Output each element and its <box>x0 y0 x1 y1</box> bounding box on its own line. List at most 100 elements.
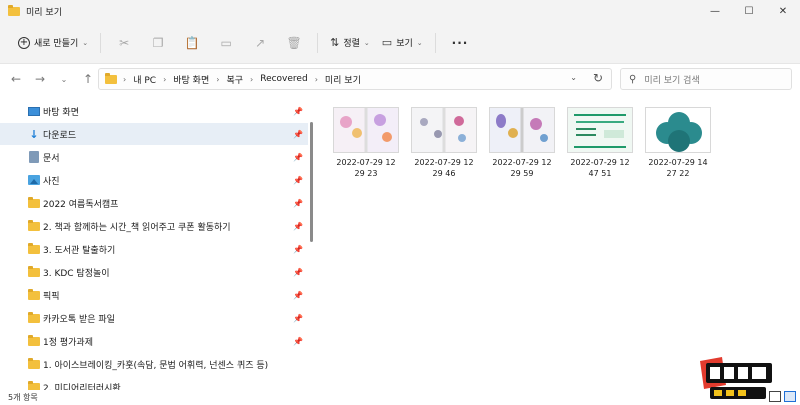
sidebar-item-folder[interactable]: 1. 아이스브레이킹_카훗(속담, 문법 어휘력, 넌센스 퀴즈 등) <box>0 353 308 375</box>
chevron-down-icon[interactable]: ⌄ <box>570 73 577 82</box>
close-button[interactable]: ✕ <box>766 0 800 22</box>
folder-icon <box>28 357 40 370</box>
window-controls: — ☐ ✕ <box>698 0 800 22</box>
sidebar-item-label: 픽픽 <box>43 291 60 302</box>
up-button[interactable]: ↑ <box>76 67 100 91</box>
recent-locations-button[interactable]: ⌄ <box>52 67 76 91</box>
file-tile[interactable]: 2022-07-29 12 47 51 <box>565 107 635 183</box>
title-bar: 미리 보기 — ☐ ✕ <box>0 0 800 22</box>
file-name-line: 2022-07-29 12 <box>570 158 630 167</box>
chevron-right-icon: › <box>216 74 220 84</box>
navigation-bar: ← → ⌄ ↑ › 내 PC › 바탕 화면 › 복구 › Recovered … <box>0 64 800 94</box>
sidebar-item-label: 다운로드 <box>43 130 77 141</box>
view-label: 보기 <box>396 39 413 49</box>
forward-button[interactable]: → <box>28 67 52 91</box>
pin-icon: 📌 <box>293 152 303 162</box>
navigation-pane: 바탕 화면 📌 ↓ 다운로드 📌 문서 📌 사진 📌 2022 여름독서캠프 📌… <box>0 94 318 390</box>
rename-button[interactable]: ▭ <box>209 29 243 57</box>
chevron-right-icon: › <box>314 74 318 84</box>
sidebar-item-folder[interactable]: 3. 도서관 탈출하기 📌 <box>0 238 308 260</box>
file-tile[interactable]: 2022-07-29 12 29 59 <box>487 107 557 183</box>
sidebar-item-folder[interactable]: 2022 여름독서캠프 📌 <box>0 192 308 214</box>
file-name-line: 27 22 <box>666 169 690 178</box>
sidebar-item-label: 2. 미디어리터러시환 <box>43 383 121 391</box>
file-thumbnail <box>411 107 477 153</box>
cut-button[interactable]: ✂ <box>107 29 141 57</box>
file-thumbnail <box>645 107 711 153</box>
sidebar-item-folder[interactable]: 1정 평가과제 📌 <box>0 330 308 352</box>
file-name-line: 2022-07-29 12 <box>414 158 474 167</box>
sidebar-item-folder[interactable]: 카카오톡 받은 파일 📌 <box>0 307 308 329</box>
plus-icon: + <box>18 36 30 49</box>
pin-icon: 📌 <box>293 336 303 346</box>
paste-button[interactable]: 📋 <box>175 29 209 57</box>
breadcrumb-preview[interactable]: 미리 보기 <box>325 73 361 86</box>
copy-icon: ❐ <box>152 35 164 50</box>
delete-button[interactable]: 🗑 <box>277 29 311 57</box>
rename-icon: ▭ <box>220 35 232 50</box>
sort-label: 정렬 <box>343 39 360 49</box>
file-name-line: 2022-07-29 14 <box>648 158 708 167</box>
toolbar-divider <box>317 32 319 53</box>
sidebar-item-downloads[interactable]: ↓ 다운로드 📌 <box>0 123 308 145</box>
file-thumbnail <box>489 107 555 153</box>
file-name-line: 29 59 <box>510 169 534 178</box>
share-button[interactable]: ↗ <box>243 29 277 57</box>
minimize-icon: — <box>710 5 720 17</box>
breadcrumb-recovered[interactable]: Recovered <box>260 74 307 84</box>
breadcrumb-my-pc[interactable]: 내 PC <box>133 73 156 86</box>
sort-button[interactable]: ⇅ 정렬 ⌄ <box>324 32 376 53</box>
breadcrumb-restore[interactable]: 복구 <box>226 73 243 86</box>
toolbar-divider <box>434 32 436 53</box>
search-input[interactable]: ⚲ 미리 보기 검색 <box>620 68 792 90</box>
new-button[interactable]: + 새로 만들기 ⌄ <box>12 32 94 53</box>
share-icon: ↗ <box>255 35 266 50</box>
sidebar-scrollbar[interactable] <box>310 122 313 242</box>
pin-icon: 📌 <box>293 290 303 300</box>
pin-icon: 📌 <box>293 267 303 277</box>
sidebar-item-folder[interactable]: 2. 책과 함께하는 시간_책 읽어주고 쿠폰 활동하기 📌 <box>0 215 308 237</box>
view-button[interactable]: ▭ 보기 ⌄ <box>376 32 429 53</box>
folder-icon <box>105 72 117 84</box>
more-options-button[interactable]: ··· <box>452 36 469 50</box>
sidebar-item-pictures[interactable]: 사진 📌 <box>0 169 308 191</box>
sidebar-item-label: 1. 아이스브레이킹_카훗(속담, 문법 어휘력, 넌센스 퀴즈 등) <box>43 360 269 371</box>
sidebar-item-label: 카카오톡 받은 파일 <box>43 314 115 325</box>
file-tile[interactable]: 2022-07-29 12 29 23 <box>331 107 401 183</box>
close-icon: ✕ <box>778 5 788 17</box>
sidebar-item-folder[interactable]: 3. KDC 탐정놀이 📌 <box>0 261 308 283</box>
sort-icon: ⇅ <box>330 36 340 49</box>
minimize-button[interactable]: — <box>698 0 732 22</box>
maximize-button[interactable]: ☐ <box>732 0 766 22</box>
refresh-icon[interactable]: ↻ <box>593 71 603 85</box>
file-name-line: 2022-07-29 12 <box>492 158 552 167</box>
sidebar-item-documents[interactable]: 문서 📌 <box>0 146 308 168</box>
file-name-line: 29 23 <box>354 169 378 178</box>
sidebar-item-label: 2022 여름독서캠프 <box>43 199 119 210</box>
sidebar-item-label: 1정 평가과제 <box>43 337 93 348</box>
sidebar-item-desktop[interactable]: 바탕 화면 📌 <box>0 100 308 122</box>
trash-icon: 🗑 <box>286 35 302 50</box>
tiles-view-button[interactable] <box>784 391 796 402</box>
folder-icon <box>28 334 40 347</box>
file-tile[interactable]: 2022-07-29 12 29 46 <box>409 107 479 183</box>
chevron-right-icon: › <box>123 74 127 84</box>
file-name: 2022-07-29 12 29 59 <box>487 157 557 179</box>
chevron-down-icon: ⌄ <box>416 38 423 47</box>
back-button[interactable]: ← <box>4 67 28 91</box>
sidebar-item-folder[interactable]: 2. 미디어리터러시환 <box>0 376 308 390</box>
folder-icon <box>28 196 40 209</box>
copy-button[interactable]: ❐ <box>141 29 175 57</box>
chevron-down-icon: ⌄ <box>82 38 89 47</box>
document-icon <box>28 151 40 163</box>
sidebar-item-label: 문서 <box>43 153 60 164</box>
sidebar-item-label: 3. 도서관 탈출하기 <box>43 245 116 256</box>
download-icon: ↓ <box>29 127 39 141</box>
file-thumbnail <box>333 107 399 153</box>
file-name: 2022-07-29 12 29 23 <box>331 157 401 179</box>
breadcrumb-desktop[interactable]: 바탕 화면 <box>173 73 209 86</box>
pin-icon: 📌 <box>293 106 303 116</box>
file-tile[interactable]: 2022-07-29 14 27 22 <box>643 107 713 183</box>
address-bar[interactable]: › 내 PC › 바탕 화면 › 복구 › Recovered › 미리 보기 … <box>98 68 612 90</box>
sidebar-item-folder[interactable]: 픽픽 📌 <box>0 284 308 306</box>
